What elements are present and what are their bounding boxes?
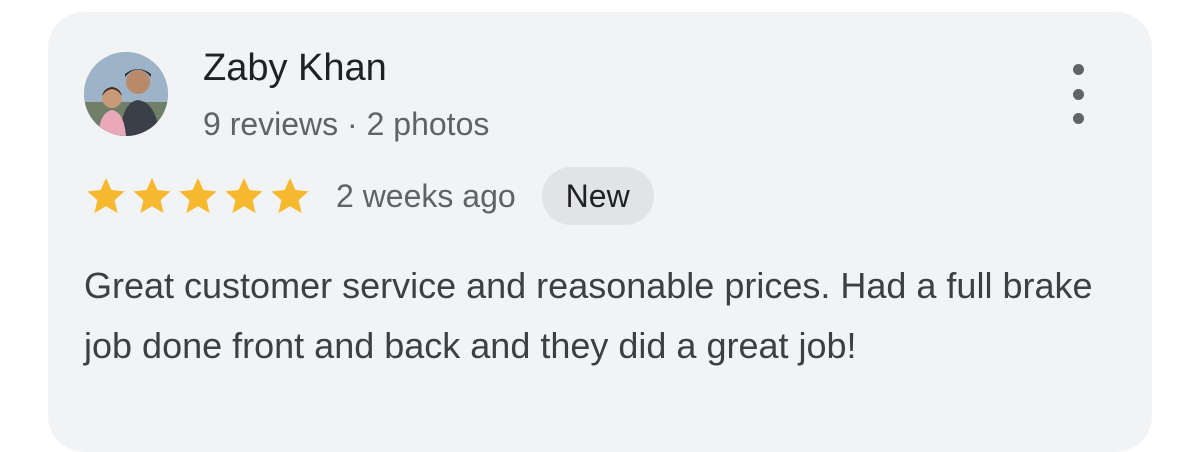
review-time: 2 weeks ago [336, 177, 516, 214]
star-icon [225, 178, 263, 214]
review-card: Zaby Khan 9 reviews · 2 photos 2 weeks a… [48, 12, 1152, 452]
star-icon [133, 178, 171, 214]
avatar-photo-icon [84, 52, 168, 136]
more-options-button[interactable] [1060, 64, 1096, 124]
rating-row: 2 weeks ago New [84, 166, 654, 226]
star-icon [271, 178, 309, 214]
reviewer-name[interactable]: Zaby Khan [203, 46, 387, 90]
star-icon [179, 178, 217, 214]
more-vert-icon-dot [1072, 113, 1084, 124]
star-rating [84, 174, 314, 218]
more-vert-icon-dot [1072, 64, 1084, 75]
star-icon [87, 178, 125, 214]
reviewer-meta: 9 reviews · 2 photos [203, 106, 490, 142]
new-badge: New [541, 167, 654, 225]
more-vert-icon-dot [1072, 88, 1084, 100]
reviewer-avatar[interactable] [84, 52, 168, 136]
review-text: Great customer service and reasonable pr… [84, 265, 1093, 366]
